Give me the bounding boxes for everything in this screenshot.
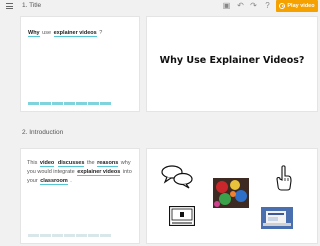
progress-segment <box>100 102 111 105</box>
keyword[interactable]: classroom <box>40 178 68 185</box>
scene-2-script-panel[interactable]: This video discusses the reasons why you… <box>20 148 140 244</box>
scene-1-script[interactable]: Why use explainer videos ? <box>27 29 137 38</box>
hamburger-icon[interactable] <box>6 3 13 9</box>
scene-2-script[interactable]: This video discusses the reasons why you… <box>27 159 139 186</box>
scene-title: 2. Introduction <box>22 129 64 136</box>
script-word: use <box>42 30 52 36</box>
laptop-photo <box>261 207 293 229</box>
progress-segment <box>40 102 51 105</box>
help-icon[interactable]: ? <box>263 1 272 11</box>
scene-2-progress <box>28 234 111 237</box>
play-video-label: Play video <box>287 3 315 9</box>
progress-segment <box>52 234 63 237</box>
scene-2-preview[interactable] <box>146 148 318 244</box>
scene-1-script-panel[interactable]: Why use explainer videos ? <box>20 16 140 112</box>
keyword[interactable]: explainer videos <box>53 30 97 37</box>
script-word: . <box>70 178 72 184</box>
keyword[interactable]: Why <box>28 30 40 37</box>
scene-1-progress <box>28 102 111 105</box>
video-player-icon <box>169 206 195 226</box>
progress-segment <box>52 102 63 105</box>
progress-segment <box>88 234 99 237</box>
progress-segment <box>64 234 75 237</box>
undo-icon[interactable]: ↶ <box>236 1 245 11</box>
progress-segment <box>28 234 39 237</box>
top-toolbar: ▣ ↶ ↷ ? Play video <box>0 0 320 14</box>
script-word: the <box>86 160 95 166</box>
scene-title: 1. Title <box>22 2 42 9</box>
script-word: ? <box>99 30 103 36</box>
progress-segment <box>40 234 51 237</box>
progress-segment <box>76 234 87 237</box>
redo-icon[interactable]: ↷ <box>249 1 258 11</box>
scene-1-preview[interactable]: Why Use Explainer Videos? <box>146 16 318 112</box>
progress-segment <box>88 102 99 105</box>
play-video-button[interactable]: Play video <box>276 0 318 12</box>
progress-segment <box>64 102 75 105</box>
crafts-photo <box>213 178 249 208</box>
keyword[interactable]: video <box>39 160 55 167</box>
image-icon[interactable]: ▣ <box>222 1 231 11</box>
script-word: would integrate <box>37 169 75 175</box>
progress-segment <box>76 102 87 105</box>
pointing-hand-icon <box>276 165 292 191</box>
script-word: This <box>27 160 38 166</box>
keyword[interactable]: explainer videos <box>77 169 121 176</box>
keyword[interactable]: reasons <box>97 160 119 167</box>
progress-segment <box>100 234 111 237</box>
play-icon <box>279 3 286 9</box>
keyword[interactable]: discusses <box>57 160 85 167</box>
speech-bubbles-icon <box>161 165 193 189</box>
progress-segment <box>28 102 39 105</box>
preview-heading: Why Use Explainer Videos? <box>159 55 305 66</box>
